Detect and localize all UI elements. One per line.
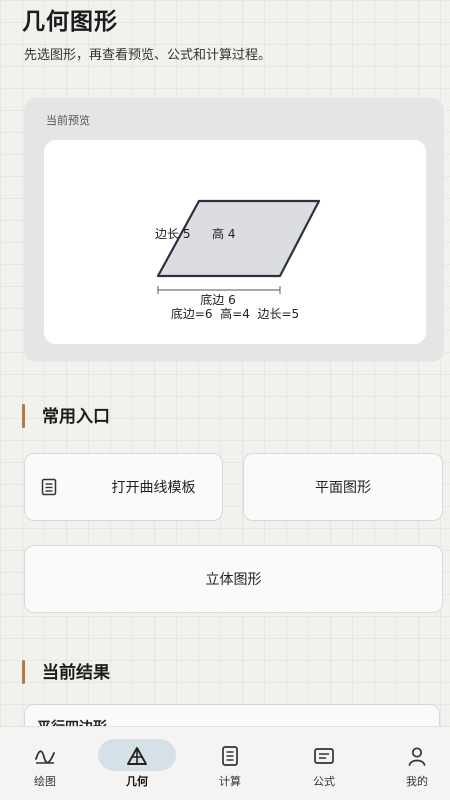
nav-label-calculate: 计算 — [219, 775, 241, 788]
plane-shapes-label: 平面图形 — [315, 480, 371, 496]
curve-icon — [34, 745, 56, 767]
nav-label-geometry: 几何 — [126, 775, 148, 788]
solid-shapes-button[interactable]: 立体图形 — [24, 545, 443, 613]
document-icon — [219, 745, 241, 767]
height-label: 高 4 — [212, 226, 235, 241]
results-section-title: 当前结果 — [42, 663, 110, 683]
nav-label-formula: 公式 — [313, 775, 335, 788]
plane-shapes-button[interactable]: 平面图形 — [243, 453, 443, 521]
parallelogram-diagram: 边长 5 高 4 底边 6 底边=6 高=4 边长=5 — [155, 199, 321, 321]
shortcuts-section-title: 常用入口 — [42, 407, 110, 427]
open-curve-template-label: 打开曲线模板 — [111, 480, 196, 496]
base-label: 底边 6 — [200, 292, 235, 307]
nav-label-draw: 绘图 — [34, 775, 56, 788]
formula-icon — [313, 745, 335, 767]
document-icon — [41, 478, 57, 500]
nav-item-geometry[interactable]: 几何 — [92, 727, 182, 800]
section-accent-bar — [22, 404, 25, 428]
bottom-nav: 绘图 几何 计算 公式 我的 — [0, 726, 450, 800]
preview-label: 当前预览 — [46, 114, 90, 127]
open-curve-template-button[interactable]: 打开曲线模板 — [24, 453, 223, 521]
nav-item-profile[interactable]: 我的 — [372, 727, 450, 800]
nav-item-draw[interactable]: 绘图 — [0, 727, 90, 800]
preview-canvas: 边长 5 高 4 底边 6 底边=6 高=4 边长=5 — [44, 140, 426, 344]
page-title: 几何图形 — [22, 9, 118, 35]
preview-card: 当前预览 边长 5 高 4 底边 6 底边=6 高=4 边长=5 — [24, 98, 444, 362]
nav-label-profile: 我的 — [406, 775, 428, 788]
triangle-icon — [126, 745, 148, 767]
side-label: 边长 5 — [155, 227, 190, 241]
person-icon — [406, 745, 428, 767]
page-subtitle: 先选图形，再查看预览、公式和计算过程。 — [24, 48, 272, 63]
nav-item-calculate[interactable]: 计算 — [185, 727, 275, 800]
dimension-summary: 底边=6 高=4 边长=5 — [171, 306, 299, 321]
nav-item-formula[interactable]: 公式 — [279, 727, 369, 800]
section-accent-bar — [22, 660, 25, 684]
solid-shapes-label: 立体图形 — [205, 572, 262, 588]
